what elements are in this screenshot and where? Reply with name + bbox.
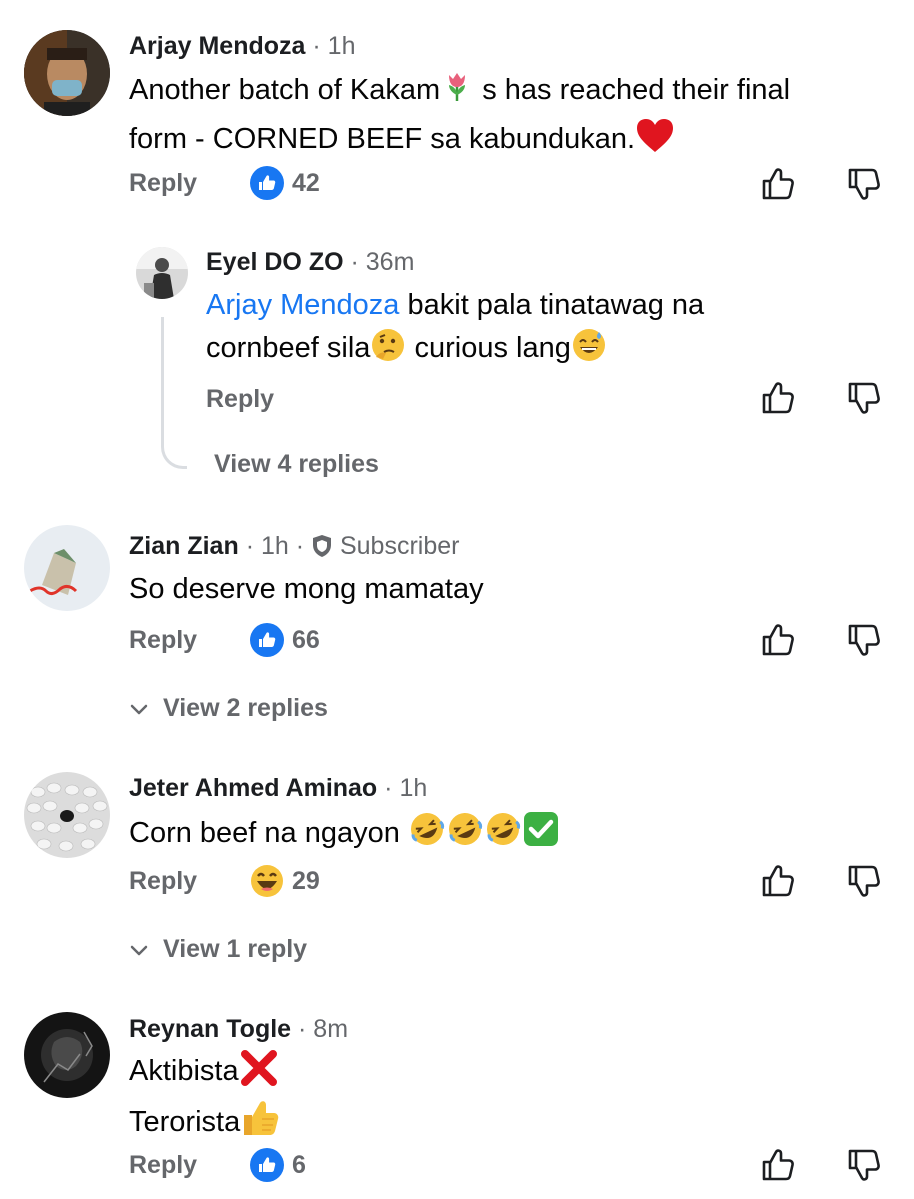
avatar[interactable] (24, 525, 110, 611)
downvote-icon[interactable] (846, 166, 882, 202)
check-mark-icon (522, 810, 560, 861)
view-replies-link[interactable]: View 4 replies (214, 450, 379, 479)
upvote-icon[interactable] (760, 380, 796, 416)
like-reaction-icon (250, 1148, 284, 1182)
author-name[interactable]: Jeter Ahmed Aminao (129, 774, 377, 802)
upvote-icon[interactable] (760, 622, 796, 658)
comment-arjay-mendoza: Arjay Mendoza · 1h Another batch of Kaka… (0, 0, 914, 220)
view-replies-link[interactable]: View 2 replies (129, 694, 328, 723)
comment-text: Arjay Mendoza bakit pala tinatawag na co… (206, 284, 896, 376)
timestamp[interactable]: 36m (366, 248, 415, 276)
comment-header: Reynan Togle · 8m (129, 1014, 348, 1044)
author-name[interactable]: Reynan Togle (129, 1015, 291, 1043)
reaction-summary[interactable]: 42 (250, 166, 320, 200)
timestamp[interactable]: 1h (261, 532, 289, 560)
author-name[interactable]: Eyel DO ZO (206, 248, 344, 276)
comment-header: Jeter Ahmed Aminao · 1h (129, 773, 427, 803)
reply-eyel-do-zo: Eyel DO ZO · 36m Arjay Mendoza bakit pal… (0, 220, 914, 500)
reply-button[interactable]: Reply (129, 1151, 197, 1180)
rofl-emoji-icon (446, 810, 484, 861)
haha-reaction-icon (250, 864, 284, 898)
shield-icon (311, 534, 333, 565)
author-name[interactable]: Zian Zian (129, 532, 239, 560)
cross-mark-icon (239, 1050, 279, 1099)
comment-text: So deserve mong mamatay (129, 573, 484, 605)
reaction-summary[interactable]: 6 (250, 1148, 306, 1182)
chevron-down-icon (129, 699, 149, 719)
comment-reynan-togle: Reynan Togle · 8m Aktibista Terorista Re… (0, 990, 914, 1199)
separator: · (298, 1015, 307, 1043)
subscriber-badge: Subscriber (339, 532, 460, 560)
avatar[interactable] (24, 30, 110, 116)
avatar[interactable] (136, 247, 188, 299)
timestamp[interactable]: 1h (399, 774, 427, 802)
thread-connector (161, 317, 187, 469)
upvote-icon[interactable] (760, 166, 796, 202)
tulip-emoji-icon (440, 71, 474, 118)
reply-button[interactable]: Reply (206, 385, 274, 414)
comment-header: Arjay Mendoza · 1h (129, 31, 355, 61)
upvote-icon[interactable] (760, 863, 796, 899)
downvote-icon[interactable] (846, 380, 882, 416)
timestamp[interactable]: 8m (313, 1015, 348, 1043)
comment-header: Eyel DO ZO · 36m (206, 247, 414, 277)
downvote-icon[interactable] (846, 622, 882, 658)
separator: · (312, 32, 321, 60)
reply-button[interactable]: Reply (129, 626, 197, 655)
reaction-count: 66 (292, 625, 320, 654)
reaction-count: 42 (292, 168, 320, 197)
avatar[interactable] (24, 1012, 110, 1098)
thumbs-up-emoji-icon (240, 1099, 280, 1150)
comment-text: Corn beef na ngayon (129, 810, 899, 861)
avatar[interactable] (24, 772, 110, 858)
comment-text: Another batch of Kakam s has reached the… (129, 69, 899, 167)
timestamp[interactable]: 1h (328, 32, 356, 60)
downvote-icon[interactable] (846, 1147, 882, 1183)
rofl-emoji-icon (408, 810, 446, 861)
mention-link[interactable]: Arjay Mendoza (206, 289, 399, 321)
separator: · (350, 248, 359, 276)
reply-button[interactable]: Reply (129, 867, 197, 896)
comment-header: Zian Zian · 1h · Subscriber (129, 531, 459, 565)
thinking-face-emoji-icon (370, 327, 406, 376)
reaction-summary[interactable]: 29 (250, 864, 320, 898)
author-name[interactable]: Arjay Mendoza (129, 32, 305, 60)
reply-button[interactable]: Reply (129, 169, 197, 198)
comment-jeter-ahmed-aminao: Jeter Ahmed Aminao · 1h Corn beef na nga… (0, 750, 914, 990)
comment-zian-zian: Zian Zian · 1h · Subscriber So deserve m… (0, 500, 914, 750)
separator: · (384, 774, 393, 802)
sweat-smile-emoji-icon (571, 327, 607, 376)
like-reaction-icon (250, 623, 284, 657)
rofl-emoji-icon (484, 810, 522, 861)
comment-text: Aktibista Terorista (129, 1050, 899, 1150)
separator: · (295, 532, 305, 560)
reaction-count: 6 (292, 1150, 306, 1179)
downvote-icon[interactable] (846, 863, 882, 899)
reaction-count: 29 (292, 866, 320, 895)
view-replies-link[interactable]: View 1 reply (129, 935, 307, 964)
red-heart-icon (635, 118, 675, 167)
reaction-summary[interactable]: 66 (250, 623, 320, 657)
like-reaction-icon (250, 166, 284, 200)
upvote-icon[interactable] (760, 1147, 796, 1183)
separator: · (245, 532, 255, 560)
chevron-down-icon (129, 940, 149, 960)
